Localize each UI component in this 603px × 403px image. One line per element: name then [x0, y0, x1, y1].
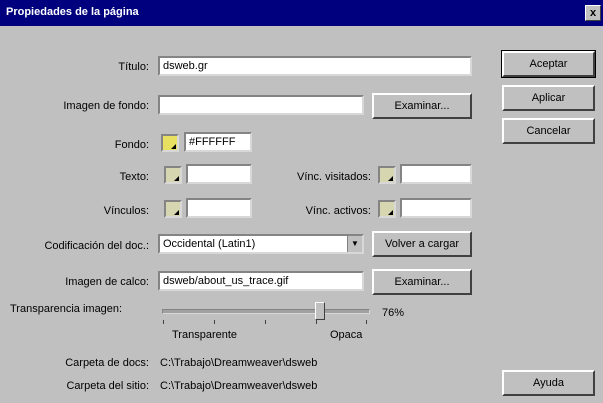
slider-tick	[316, 320, 317, 324]
title-field[interactable]: dsweb.gr	[158, 56, 472, 76]
background-image-field[interactable]	[158, 95, 364, 115]
chevron-down-icon[interactable]: ▼	[347, 236, 362, 252]
slider-right-label: Opaca	[330, 329, 363, 341]
reset-encoding-button[interactable]: Volver a cargar	[372, 231, 472, 257]
slider-tick	[366, 320, 367, 324]
visited-links-swatch[interactable]	[378, 166, 396, 184]
tracing-image-label: Imagen de calco:	[65, 276, 149, 288]
site-folder-value: C:\Trabajo\Dreamweaver\dsweb	[160, 380, 318, 392]
links-field[interactable]	[186, 198, 252, 218]
close-button[interactable]: x	[585, 5, 601, 21]
browse-tracing-button[interactable]: Examinar...	[372, 269, 472, 295]
transparency-slider[interactable]	[158, 302, 374, 328]
close-icon: x	[589, 7, 597, 19]
title-label: Título:	[118, 61, 149, 73]
window-title: Propiedades de la página	[6, 6, 139, 18]
links-swatch[interactable]	[164, 200, 182, 218]
encoding-label: Codificación del doc.:	[44, 240, 149, 252]
tracing-image-field[interactable]: dsweb/about_us_trace.gif	[158, 271, 364, 291]
text-color-swatch[interactable]	[164, 166, 182, 184]
text-color-field[interactable]	[186, 164, 252, 184]
doc-folder-value: C:\Trabajo\Dreamweaver\dsweb	[160, 357, 318, 369]
help-button[interactable]: Ayuda	[502, 370, 595, 396]
text-color-label: Texto:	[119, 171, 149, 183]
visited-links-field[interactable]	[400, 164, 472, 184]
browse-background-button[interactable]: Examinar...	[372, 93, 472, 119]
background-color-field[interactable]: #FFFFFF	[184, 132, 252, 152]
cancel-button[interactable]: Cancelar	[502, 118, 595, 144]
background-image-label: Imagen de fondo:	[63, 100, 149, 112]
visited-links-label: Vínc. visitados:	[297, 171, 371, 183]
slider-left-label: Transparente	[172, 329, 238, 341]
transparency-label: Transparencia imagen:	[10, 303, 123, 315]
slider-tick	[163, 320, 164, 324]
active-links-field[interactable]	[400, 198, 472, 218]
site-folder-label: Carpeta del sitio:	[66, 380, 149, 392]
links-label: Vínculos:	[103, 205, 149, 217]
active-links-swatch[interactable]	[378, 200, 396, 218]
slider-tick	[214, 320, 215, 324]
background-label: Fondo:	[114, 139, 149, 151]
encoding-value: Occidental (Latin1)	[163, 238, 256, 250]
accept-button[interactable]: Aceptar	[501, 50, 596, 78]
apply-button[interactable]: Aplicar	[502, 85, 595, 111]
slider-tick	[265, 320, 266, 324]
title-bar: Propiedades de la página x	[0, 0, 603, 26]
slider-thumb[interactable]	[314, 302, 325, 320]
slider-track	[162, 309, 370, 314]
background-color-swatch[interactable]	[161, 134, 179, 152]
encoding-select[interactable]: Occidental (Latin1) ▼	[158, 234, 364, 254]
doc-folder-label: Carpeta de docs:	[65, 357, 149, 369]
active-links-label: Vínc. activos:	[305, 205, 371, 217]
slider-percent: 76%	[382, 307, 405, 319]
